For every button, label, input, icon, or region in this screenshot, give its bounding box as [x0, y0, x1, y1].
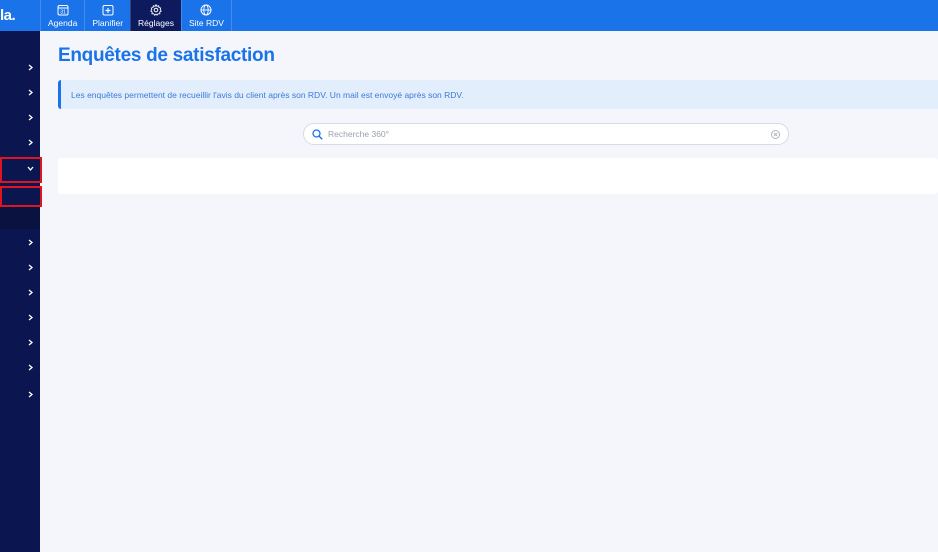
- surveys-panel: [58, 158, 938, 194]
- nav-item-reglages[interactable]: Réglages: [130, 0, 181, 31]
- info-banner-text: Les enquêtes permettent de recueillir l'…: [71, 89, 464, 100]
- main-nav: 31 Agenda Planifier Réglages Site RDV: [40, 0, 232, 31]
- nav-label-planifier: Planifier: [92, 17, 124, 28]
- sidebar-item-expanded[interactable]: [0, 159, 40, 179]
- sidebar-item-12[interactable]: [0, 385, 40, 405]
- sidebar-subitem-active[interactable]: [0, 187, 40, 207]
- chevron-right-icon: [27, 313, 34, 323]
- sidebar-item-2[interactable]: [0, 83, 40, 103]
- nav-label-reglages: Réglages: [138, 17, 174, 28]
- sidebar-item-10[interactable]: [0, 333, 40, 353]
- globe-icon: [200, 4, 212, 16]
- calendar-day-text: 31: [60, 9, 66, 15]
- sidebar-item-4[interactable]: [0, 133, 40, 153]
- main-content: Enquêtes de satisfaction Les enquêtes pe…: [40, 31, 938, 552]
- chevron-right-icon: [27, 63, 34, 73]
- search-bar[interactable]: [303, 123, 789, 145]
- gear-icon: [150, 3, 162, 16]
- chevron-right-icon: [27, 363, 34, 373]
- chevron-right-icon: [27, 138, 34, 148]
- chevron-right-icon: [27, 113, 34, 123]
- chevron-right-icon: [27, 338, 34, 348]
- nav-label-site-rdv: Site RDV: [188, 17, 224, 28]
- sidebar-submenu-area: [0, 207, 40, 229]
- search-icon: [312, 128, 323, 140]
- sidebar-item-9[interactable]: [0, 308, 40, 328]
- chevron-right-icon: [27, 263, 34, 273]
- sidebar-item-3[interactable]: [0, 108, 40, 128]
- chevron-down-icon: [27, 164, 34, 174]
- chevron-right-icon: [27, 238, 34, 248]
- page-title: Enquêtes de satisfaction: [58, 45, 275, 66]
- nav-item-site-rdv[interactable]: Site RDV: [180, 0, 232, 31]
- clear-icon[interactable]: [771, 129, 780, 139]
- chevron-right-icon: [27, 88, 34, 98]
- sidebar-item-11[interactable]: [0, 358, 40, 378]
- nav-item-planifier[interactable]: Planifier: [84, 0, 130, 31]
- top-bar: la. 31 Agenda Planifier Réglages Site RD…: [0, 0, 938, 31]
- sidebar: [0, 31, 42, 552]
- sidebar-item-8[interactable]: [0, 283, 40, 303]
- info-banner: Les enquêtes permettent de recueillir l'…: [58, 80, 938, 109]
- sidebar-item-6[interactable]: [0, 233, 40, 253]
- sidebar-item-1[interactable]: [0, 58, 40, 78]
- search-input[interactable]: [328, 129, 771, 139]
- plus-square-icon: [102, 4, 114, 16]
- sidebar-item-7[interactable]: [0, 258, 40, 278]
- app-logo[interactable]: la.: [0, 0, 40, 31]
- chevron-right-icon: [27, 390, 34, 400]
- nav-label-agenda: Agenda: [48, 17, 78, 28]
- calendar-icon: 31: [57, 4, 69, 16]
- chevron-right-icon: [27, 288, 34, 298]
- nav-item-agenda[interactable]: 31 Agenda: [40, 0, 84, 31]
